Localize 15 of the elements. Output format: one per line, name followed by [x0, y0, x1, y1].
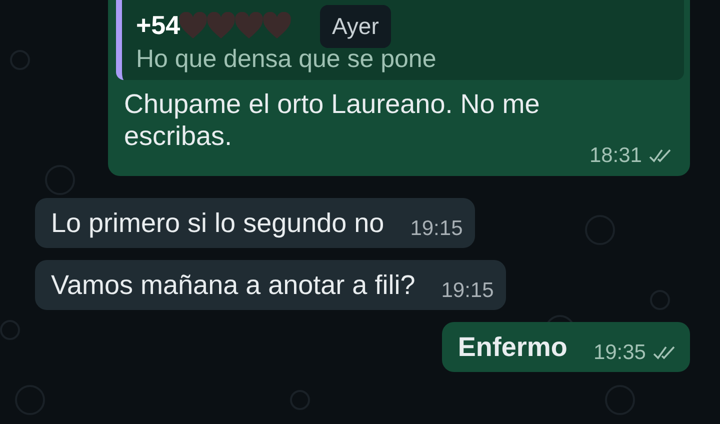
date-chip: Ayer	[320, 5, 391, 48]
quoted-text: Ho que densa que se pone	[136, 45, 438, 74]
quoted-sender: +54	[136, 10, 180, 41]
message-time: 18:31	[589, 144, 642, 168]
message-text: Enfermo	[458, 331, 568, 363]
message-time: 19:15	[410, 217, 463, 241]
message-text: Lo primero si lo segundo no	[51, 207, 384, 239]
heart-icon	[178, 12, 208, 40]
heart-icon	[234, 12, 264, 40]
message-text: Chupame el orto Laureano. No me escribas.	[123, 88, 541, 152]
heart-icon	[262, 12, 292, 40]
message-time: 19:15	[441, 279, 494, 303]
heart-icon	[206, 12, 236, 40]
message-time: 19:35	[593, 341, 646, 365]
message-text: Vamos mañana a anotar a fili?	[51, 269, 416, 301]
